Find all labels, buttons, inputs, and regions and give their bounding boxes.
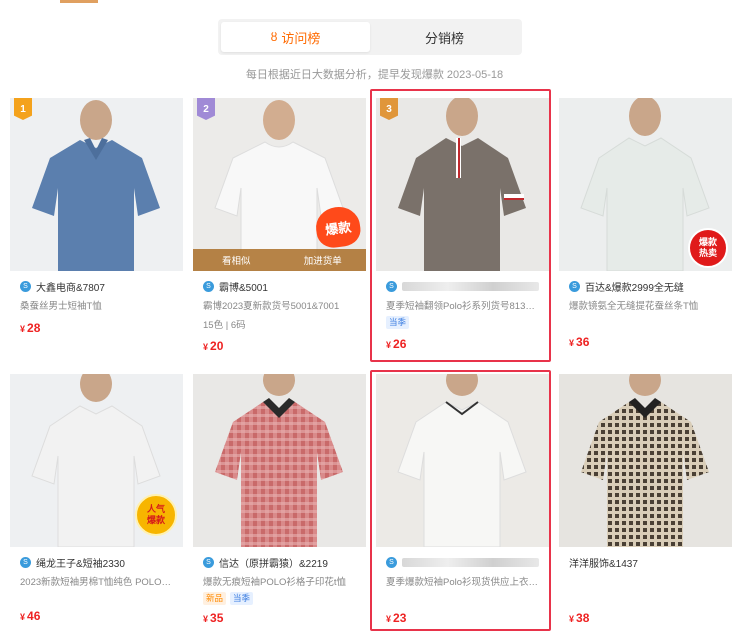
product-card[interactable]: S 夏季爆款短袖Polo衫现货供应上衣厂... ¥23 [376,374,549,625]
shop-name[interactable]: 霸博&5001 [219,279,268,294]
rank-badge: 1 [14,98,32,120]
product-card[interactable]: 爆款 热卖 S 百达&爆款2999全无缝 爆款镜氨全无缝提花蚕丝条T恤 ¥36 [559,98,732,349]
product-card[interactable]: S 信达（原拼霸猿）&2219 爆款无痕短袖POLO衫格子印花t恤 新品 当季 ¥… [193,374,366,625]
product-title[interactable]: 霸博2023夏新款货号5001&7001 [203,298,356,311]
product-card[interactable]: 洋洋服饰&1437 ¥38 [559,374,732,625]
shirt-illustration [32,100,160,271]
shop-name[interactable]: 大鑫电商&7807 [36,279,105,294]
shop-name-redacted [402,281,539,291]
shop-name[interactable]: 绳龙王子&短袖2330 [36,555,125,570]
season-tag: 当季 [230,592,254,605]
shop-level-icon: S [20,556,31,568]
tab-distribution-label: 分销榜 [424,30,464,46]
shirt-illustration [398,98,526,271]
page-subtitle: 每日根据近日大数据分析，提早发现爆款 2023-05-18 [245,69,504,81]
product-title[interactable]: 爆款镜氨全无缝提花蚕丝条T恤 [569,298,722,311]
image-action-bar: 看相似 加进货单 [193,249,366,271]
popular-badge: 人气 爆款 [135,494,177,536]
shop-level-icon: S [386,280,397,292]
shirt-illustration [215,374,343,547]
product-price: ¥20 [203,339,224,353]
add-to-order-button[interactable]: 加进货单 [280,249,367,271]
product-title[interactable]: 2023新款短袖男棉T恤纯色 POLO衫 ... [20,574,173,587]
product-title[interactable]: 爆款无痕短袖POLO衫格子印花t恤 [203,574,356,587]
product-price: ¥35 [203,611,224,625]
product-image[interactable]: 1 [10,98,183,271]
product-price: ¥38 [569,611,590,625]
shirt-illustration [581,374,709,547]
product-meta: 15色 | 6码 [203,320,246,331]
ranking-tabs: ȣ 访问榜 分销榜 [218,19,522,55]
product-title[interactable] [569,574,722,587]
product-image[interactable]: 爆款 热卖 [559,98,732,271]
new-tag: 新品 [203,592,227,605]
product-price: ¥28 [20,321,41,335]
product-title[interactable]: 夏季短袖翻领Polo衫系列货号813款... [386,298,539,311]
product-image[interactable]: 3 [376,98,549,271]
product-price: ¥36 [569,335,590,349]
shop-name-redacted [402,557,539,567]
hot-sale-badge: 爆款 热卖 [688,228,728,268]
product-price: ¥26 [386,337,407,351]
product-image[interactable] [193,374,366,547]
rank-badge: 2 [197,98,215,120]
top-accent-line [60,0,98,3]
rank-badge: 3 [380,98,398,120]
shop-level-icon: S [203,556,214,568]
shop-name[interactable]: 信达（原拼霸猿）&2219 [219,555,328,570]
tab-visits[interactable]: ȣ 访问榜 [221,22,370,52]
product-image[interactable]: 2 爆款 看相似 加进货单 [193,98,366,271]
product-image[interactable] [376,374,549,547]
shop-level-icon: S [203,280,214,292]
find-similar-button[interactable]: 看相似 [193,249,280,271]
shop-name[interactable]: 洋洋服饰&1437 [569,555,638,570]
shop-level-icon: S [386,556,397,568]
tab-visits-label: 访问榜 [281,30,321,46]
shop-level-icon: S [569,280,580,292]
product-card[interactable]: 1 S 大鑫电商&7807 桑蚕丝男士短袖T恤 ¥28 [10,98,183,335]
product-title[interactable]: 夏季爆款短袖Polo衫现货供应上衣厂... [386,574,539,587]
season-tag: 当季 [386,316,410,329]
shop-level-icon: S [20,280,31,292]
product-image[interactable]: 人气 爆款 [10,374,183,547]
tab-distribution[interactable]: 分销榜 [370,22,519,52]
shirt-illustration [397,374,527,547]
product-card[interactable]: 3 S 夏季短袖翻领Polo衫系列货号813款... 当季 ¥26 [376,98,549,351]
product-price: ¥23 [386,611,407,625]
product-title[interactable]: 桑蚕丝男士短袖T恤 [20,298,173,311]
product-card[interactable]: 人气 爆款 S 绳龙王子&短袖2330 2023新款短袖男棉T恤纯色 POLO衫 .… [10,374,183,623]
product-price: ¥46 [20,609,41,623]
product-image[interactable] [559,374,732,547]
product-card[interactable]: 2 爆款 看相似 加进货单 S 霸博&5001 霸博2023夏新款货号5001&7… [193,98,366,353]
ranking-icon: ȣ [270,30,278,44]
shop-name[interactable]: 百达&爆款2999全无缝 [585,279,684,294]
